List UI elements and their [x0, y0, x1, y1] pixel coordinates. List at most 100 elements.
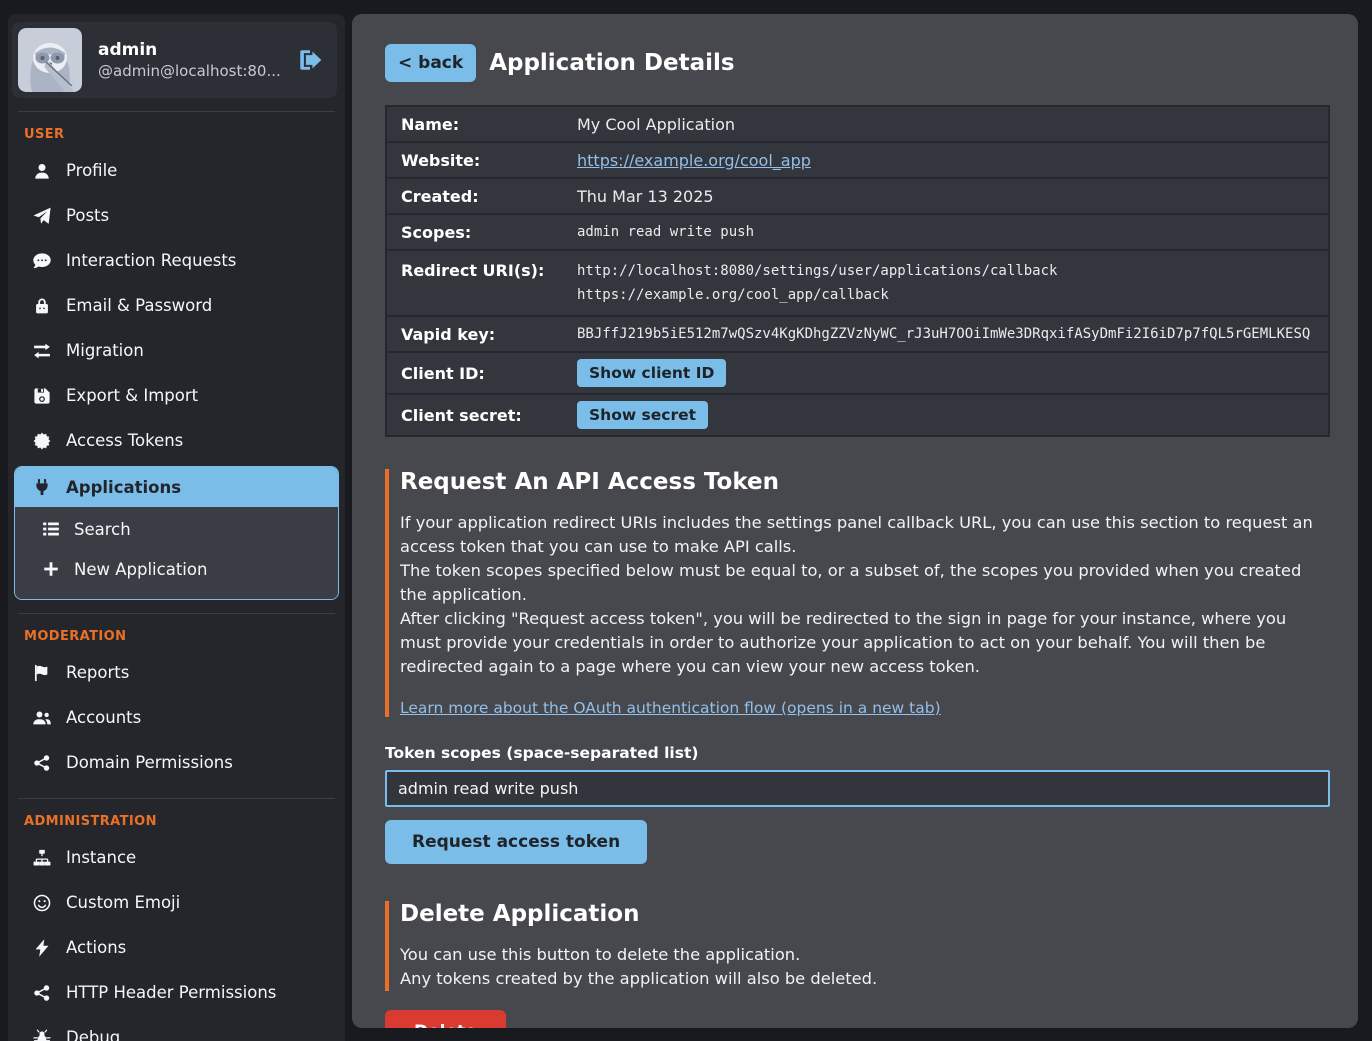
- sidebar-item-accounts[interactable]: Accounts: [8, 695, 345, 740]
- sidebar-item-access-tokens[interactable]: Access Tokens: [8, 418, 345, 463]
- lock-icon: [32, 296, 51, 315]
- show-secret-button[interactable]: Show secret: [577, 401, 708, 429]
- sidebar-item-actions[interactable]: Actions: [8, 925, 345, 970]
- created-value: Thu Mar 13 2025: [577, 187, 714, 206]
- users-icon: [32, 708, 51, 727]
- sidebar-subitem-label: New Application: [74, 560, 207, 579]
- table-row-created: Created: Thu Mar 13 2025: [387, 179, 1328, 213]
- token-scopes-label: Token scopes (space-separated list): [385, 744, 1330, 762]
- section-paragraph: You can use this button to delete the ap…: [400, 943, 1330, 967]
- sidebar-subitem-new-application[interactable]: New Application: [15, 549, 338, 589]
- sidebar-item-label: Profile: [66, 161, 117, 180]
- sidebar-item-debug[interactable]: Debug: [8, 1015, 345, 1041]
- table-row-scopes: Scopes: admin read write push: [387, 215, 1328, 249]
- table-row-client-secret: Client secret: Show secret: [387, 395, 1328, 435]
- row-label: Client ID:: [401, 364, 577, 383]
- row-label: Redirect URI(s):: [401, 259, 577, 280]
- row-label: Scopes:: [401, 223, 577, 242]
- list-icon: [41, 520, 60, 539]
- divider: [18, 798, 335, 799]
- section-title: Delete Application: [400, 901, 1330, 927]
- row-label: Client secret:: [401, 406, 577, 425]
- sidebar-item-domain-permissions[interactable]: Domain Permissions: [8, 740, 345, 785]
- sidebar-item-label: Migration: [66, 341, 144, 360]
- sidebar-subitem-search[interactable]: Search: [15, 509, 338, 549]
- applications-submenu: Search New Application: [15, 507, 338, 599]
- bug-icon: [32, 1028, 51, 1041]
- flag-icon: [32, 663, 51, 682]
- table-row-client-id: Client ID: Show client ID: [387, 353, 1328, 393]
- sidebar-item-label: Interaction Requests: [66, 251, 236, 270]
- floppy-save-icon: [32, 386, 51, 405]
- sidebar-item-profile[interactable]: Profile: [8, 148, 345, 193]
- comment-dots-icon: [32, 251, 51, 270]
- application-name-value: My Cool Application: [577, 115, 735, 134]
- page-title: Application Details: [489, 50, 734, 76]
- sidebar-item-reports[interactable]: Reports: [8, 650, 345, 695]
- sidebar-item-interaction-requests[interactable]: Interaction Requests: [8, 238, 345, 283]
- applications-block: Applications Search New Application: [14, 466, 339, 600]
- sitemap-icon: [32, 848, 51, 867]
- sidebar-item-label: HTTP Header Permissions: [66, 983, 276, 1002]
- row-label: Website:: [401, 151, 577, 170]
- sidebar-item-custom-emoji[interactable]: Custom Emoji: [8, 880, 345, 925]
- avatar: [18, 28, 82, 92]
- account-name: admin: [98, 40, 281, 60]
- plug-icon: [32, 478, 51, 497]
- sidebar-item-label: Export & Import: [66, 386, 198, 405]
- logout-icon[interactable]: [297, 47, 323, 73]
- exchange-arrows-icon: [32, 341, 51, 360]
- request-token-section: Request An API Access Token If your appl…: [385, 469, 1330, 717]
- table-row-redirect-uris: Redirect URI(s): http://localhost:8080/s…: [387, 251, 1328, 315]
- sidebar-item-label: Instance: [66, 848, 136, 867]
- user-card[interactable]: admin @admin@localhost:80...: [12, 22, 337, 98]
- section-heading-user: USER: [8, 125, 345, 148]
- table-row-vapid-key: Vapid key: BBJffJ219b5iE512m7wQSzv4KgKDh…: [387, 317, 1328, 351]
- sidebar-item-label: Actions: [66, 938, 126, 957]
- sidebar-item-export-import[interactable]: Export & Import: [8, 373, 345, 418]
- request-access-token-button[interactable]: Request access token: [385, 820, 647, 864]
- sidebar-item-http-header-permissions[interactable]: HTTP Header Permissions: [8, 970, 345, 1015]
- sidebar-item-label: Access Tokens: [66, 431, 183, 450]
- section-heading-administration: ADMINISTRATION: [8, 812, 345, 835]
- table-row-website: Website: https://example.org/cool_app: [387, 143, 1328, 177]
- website-link[interactable]: https://example.org/cool_app: [577, 151, 811, 170]
- section-title: Request An API Access Token: [400, 469, 1330, 495]
- smiley-icon: [32, 893, 51, 912]
- bolt-icon: [32, 938, 51, 957]
- sidebar-item-label: Email & Password: [66, 296, 212, 315]
- section-paragraph: Any tokens created by the application wi…: [400, 967, 1330, 991]
- sidebar-item-label: Posts: [66, 206, 109, 225]
- sidebar-item-email-password[interactable]: Email & Password: [8, 283, 345, 328]
- sidebar-item-label: Applications: [66, 478, 181, 497]
- share-nodes-icon: [32, 983, 51, 1002]
- sidebar-item-instance[interactable]: Instance: [8, 835, 345, 880]
- show-client-id-button[interactable]: Show client ID: [577, 359, 726, 387]
- redirect-uri-value: http://localhost:8080/settings/user/appl…: [577, 259, 1057, 283]
- vapid-key-value: BBJffJ219b5iE512m7wQSzv4KgKDhgZZVzNyWC_r…: [577, 326, 1310, 342]
- sidebar-item-label: Domain Permissions: [66, 753, 233, 772]
- back-button[interactable]: < back: [385, 44, 476, 82]
- sidebar-item-label: Custom Emoji: [66, 893, 180, 912]
- sidebar-item-posts[interactable]: Posts: [8, 193, 345, 238]
- header-row: < back Application Details: [385, 44, 1330, 82]
- certificate-icon: [32, 431, 51, 450]
- row-label: Name:: [401, 115, 577, 134]
- oauth-docs-link[interactable]: Learn more about the OAuth authenticatio…: [400, 699, 941, 717]
- token-scopes-input[interactable]: [385, 770, 1330, 807]
- sidebar-item-migration[interactable]: Migration: [8, 328, 345, 373]
- sidebar-item-applications-active[interactable]: Applications: [15, 467, 338, 507]
- application-details-panel: < back Application Details Name: My Cool…: [352, 14, 1358, 1028]
- table-row-name: Name: My Cool Application: [387, 107, 1328, 141]
- row-label: Vapid key:: [401, 325, 577, 344]
- section-heading-moderation: MODERATION: [8, 627, 345, 650]
- divider: [18, 111, 335, 112]
- application-info-table: Name: My Cool Application Website: https…: [385, 105, 1330, 437]
- sidebar-subitem-label: Search: [74, 520, 131, 539]
- sidebar-item-label: Accounts: [66, 708, 141, 727]
- sidebar-item-label: Reports: [66, 663, 129, 682]
- section-paragraph: If your application redirect URIs includ…: [400, 511, 1330, 559]
- user-icon: [32, 161, 51, 180]
- delete-button[interactable]: Delete: [385, 1010, 506, 1028]
- paper-plane-icon: [32, 206, 51, 225]
